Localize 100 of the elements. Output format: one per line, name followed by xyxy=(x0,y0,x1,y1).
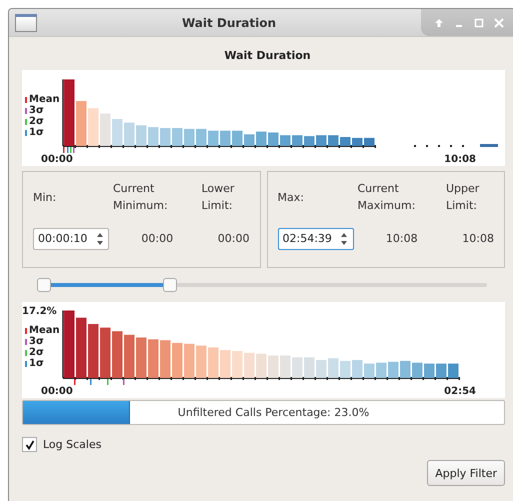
field-label: Min: xyxy=(33,190,58,206)
peak-label: 17.2% xyxy=(22,306,58,317)
histogram-bar xyxy=(64,79,74,146)
histogram-bar xyxy=(316,360,326,378)
legend-label: 3σ xyxy=(29,336,44,347)
histogram-bar xyxy=(172,342,182,378)
histogram-bar xyxy=(76,318,86,378)
sigma-marker xyxy=(70,147,72,153)
legend-label: 3σ xyxy=(29,105,44,116)
window-title: Wait Duration xyxy=(180,16,278,30)
histogram-bar xyxy=(232,351,242,378)
sigma-marker xyxy=(123,379,124,385)
histogram-bar xyxy=(100,114,110,146)
histogram-bar xyxy=(124,122,134,146)
legend-label: 2σ xyxy=(29,116,44,127)
histogram-bar xyxy=(172,128,182,146)
histogram-bar xyxy=(76,101,86,146)
sigma-marker xyxy=(63,147,64,153)
legend-label: 2σ xyxy=(29,347,44,358)
histogram-bar xyxy=(328,135,338,146)
histogram-bar xyxy=(388,362,398,378)
histogram-bar xyxy=(184,128,194,146)
histogram-bar xyxy=(424,364,434,378)
histogram-bar xyxy=(448,364,458,378)
histogram-bar xyxy=(232,130,242,146)
histogram-bar xyxy=(208,130,218,146)
histogram-bar xyxy=(328,358,338,378)
histogram-bar xyxy=(376,362,386,378)
histogram-bar xyxy=(352,138,362,146)
histogram-bar xyxy=(88,324,98,378)
axis-label: 10:08 xyxy=(444,154,476,166)
sigma-marker xyxy=(73,147,74,153)
checkbox-label[interactable]: Log Scales xyxy=(43,438,102,451)
value-text: 10:08 xyxy=(462,232,494,245)
histogram-bar xyxy=(304,357,314,378)
legend-label: Mean xyxy=(29,94,60,105)
axis-label: 00:00 xyxy=(41,386,73,398)
histogram-bar xyxy=(196,128,206,146)
histogram-bar xyxy=(196,346,206,378)
histogram-bar xyxy=(280,356,290,378)
histogram-bar xyxy=(136,125,146,146)
histogram-bar xyxy=(436,364,446,378)
histogram-bar xyxy=(100,328,110,378)
histogram-bar xyxy=(148,339,158,378)
histogram-bar xyxy=(64,310,74,378)
histogram-bar xyxy=(220,130,230,146)
sigma-marker xyxy=(90,379,92,385)
field-label: Max: xyxy=(278,190,305,206)
field-label: Current Minimum: xyxy=(113,181,169,214)
histogram-bar xyxy=(292,357,302,378)
apply-filter-button[interactable]: Apply Filter xyxy=(427,460,505,486)
histogram-bar xyxy=(160,340,170,378)
sigma-marker xyxy=(67,147,68,153)
progress-text: Unfiltered Calls Percentage: 23.0% xyxy=(176,406,370,419)
histogram-bar xyxy=(268,132,278,146)
legend-label: 1σ xyxy=(29,358,44,369)
value-text: 00:00 xyxy=(141,232,174,245)
slider-handle[interactable] xyxy=(162,278,177,292)
sigma-marker xyxy=(74,379,76,385)
histogram-bar xyxy=(280,135,290,146)
checkbox[interactable] xyxy=(22,437,37,452)
histogram-bar xyxy=(352,360,362,378)
histogram-bar xyxy=(412,362,422,378)
slider-handle[interactable] xyxy=(37,278,52,292)
field-label: Current Maximum: xyxy=(358,181,416,214)
axis-label: 02:54 xyxy=(444,386,476,398)
histogram-bar xyxy=(244,352,254,378)
chart-title: Wait Duration xyxy=(223,48,312,64)
histogram-bar xyxy=(160,128,170,146)
histogram-bar xyxy=(268,356,278,378)
sigma-marker xyxy=(107,379,108,385)
histogram-bar xyxy=(316,135,326,146)
value-text: 10:08 xyxy=(386,232,418,245)
histogram-bar xyxy=(304,136,314,146)
value-text: 00:00 xyxy=(218,232,250,245)
legend-label: 1σ xyxy=(29,127,44,138)
histogram-bar xyxy=(124,334,134,378)
histogram-bar xyxy=(256,132,266,146)
histogram-bar xyxy=(136,338,146,378)
histogram-bar xyxy=(208,347,218,378)
check-icon xyxy=(24,440,34,450)
histogram-bar xyxy=(256,354,266,378)
legend-label: Mean xyxy=(29,325,60,336)
field-label: Lower Limit: xyxy=(202,181,236,214)
histogram-bar xyxy=(340,360,350,378)
range-slider[interactable] xyxy=(40,278,487,292)
field-label: Upper Limit: xyxy=(446,181,480,214)
histogram-bar xyxy=(364,138,374,146)
histogram-bar xyxy=(244,134,254,146)
histogram-bar xyxy=(364,364,374,378)
histogram-bar xyxy=(292,135,302,146)
histogram-bar xyxy=(184,344,194,378)
histogram-bar xyxy=(112,119,122,146)
histogram-bar xyxy=(400,360,410,378)
axis-label: 00:00 xyxy=(41,154,73,166)
histogram-bar xyxy=(480,144,498,147)
histogram-bar xyxy=(88,108,98,146)
histogram-bar xyxy=(148,127,158,146)
histogram-bar xyxy=(340,137,350,146)
window-icon xyxy=(15,14,37,32)
